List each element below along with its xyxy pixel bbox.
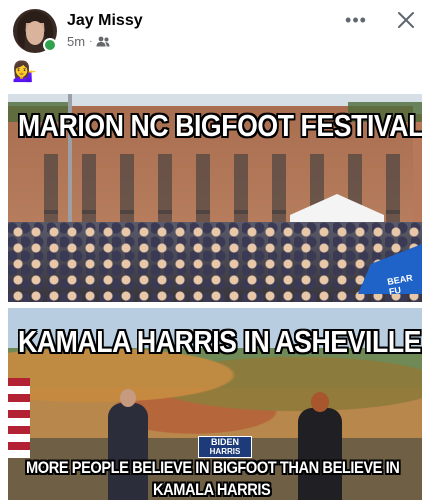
- meme-panel-rally: BIDEN HARRIS KAMALA HARRIS IN ASHEVILLE …: [8, 308, 422, 500]
- autumn-hills: [8, 348, 422, 438]
- campaign-sign: BIDEN HARRIS: [198, 436, 252, 458]
- sign-line-1: BIDEN: [210, 437, 239, 447]
- speaker-left: [108, 389, 148, 500]
- post-meta: 5m ·: [67, 34, 110, 49]
- us-flag: [8, 378, 30, 458]
- online-status-indicator: [43, 38, 57, 52]
- close-icon: [398, 12, 414, 28]
- author-name[interactable]: Jay Missy: [67, 12, 143, 30]
- sign-line-2: HARRIS: [209, 447, 241, 456]
- post-text: 💁‍♀️: [12, 61, 37, 83]
- post-header: Jay Missy 5m · •••: [0, 0, 430, 60]
- meme-image[interactable]: BEAR FU MARION NC BIGFOOT FESTIVAL BIDEN…: [8, 94, 422, 500]
- avatar-face: [26, 21, 44, 45]
- friends-icon[interactable]: [96, 36, 110, 47]
- more-options-button[interactable]: •••: [340, 8, 372, 32]
- close-button[interactable]: [392, 6, 420, 34]
- speaker-right: [298, 392, 342, 500]
- post-time[interactable]: 5m: [67, 34, 85, 49]
- meme-panel-festival: BEAR FU MARION NC BIGFOOT FESTIVAL: [8, 94, 422, 302]
- festival-caption: MARION NC BIGFOOT FESTIVAL: [18, 108, 422, 143]
- meta-separator: ·: [89, 36, 93, 47]
- bottom-caption-line-1: MORE PEOPLE BELIEVE IN BIGFOOT THAN BELI…: [26, 458, 400, 477]
- rally-caption: KAMALA HARRIS IN ASHEVILLE: [18, 324, 422, 359]
- bottom-caption-line-2: KAMALA HARRIS: [153, 480, 271, 499]
